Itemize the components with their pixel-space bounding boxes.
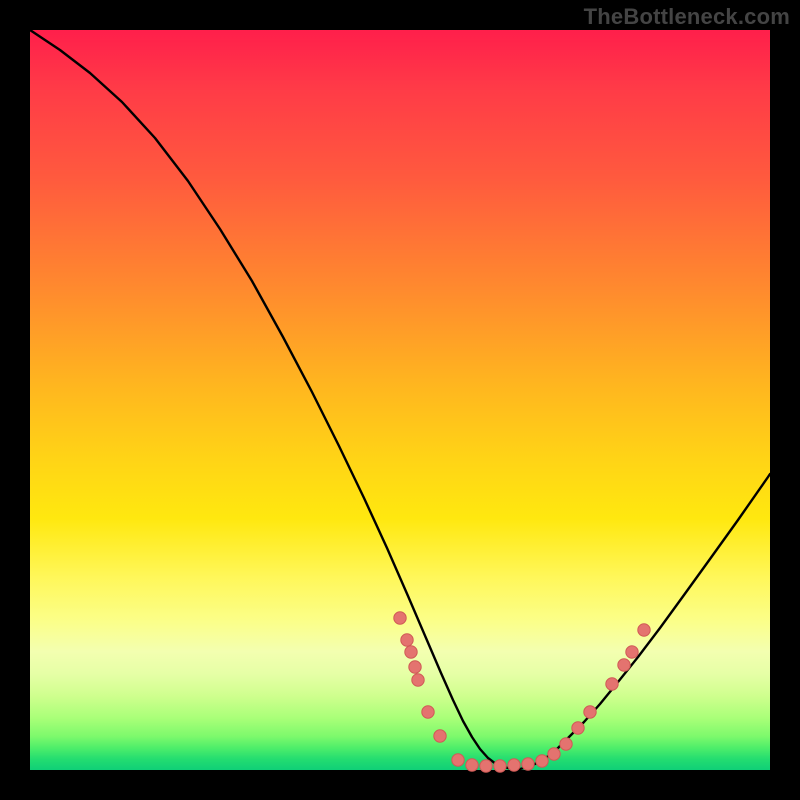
data-point	[606, 678, 618, 690]
data-point	[638, 624, 650, 636]
data-point	[401, 634, 413, 646]
data-point	[494, 760, 506, 772]
plot-area	[30, 30, 770, 770]
data-point	[412, 674, 424, 686]
data-point	[434, 730, 446, 742]
data-point	[508, 759, 520, 771]
data-point	[626, 646, 638, 658]
data-point	[618, 659, 630, 671]
data-points-group	[394, 612, 650, 772]
data-point	[405, 646, 417, 658]
data-point	[522, 758, 534, 770]
data-point	[452, 754, 464, 766]
bottleneck-curve	[30, 30, 770, 769]
data-point	[480, 760, 492, 772]
data-point	[466, 759, 478, 771]
watermark-text: TheBottleneck.com	[584, 4, 790, 30]
chart-svg	[30, 30, 770, 770]
chart-frame: TheBottleneck.com	[0, 0, 800, 800]
data-point	[536, 755, 548, 767]
data-point	[422, 706, 434, 718]
data-point	[572, 722, 584, 734]
data-point	[548, 748, 560, 760]
data-point	[560, 738, 572, 750]
data-point	[394, 612, 406, 624]
data-point	[584, 706, 596, 718]
data-point	[409, 661, 421, 673]
